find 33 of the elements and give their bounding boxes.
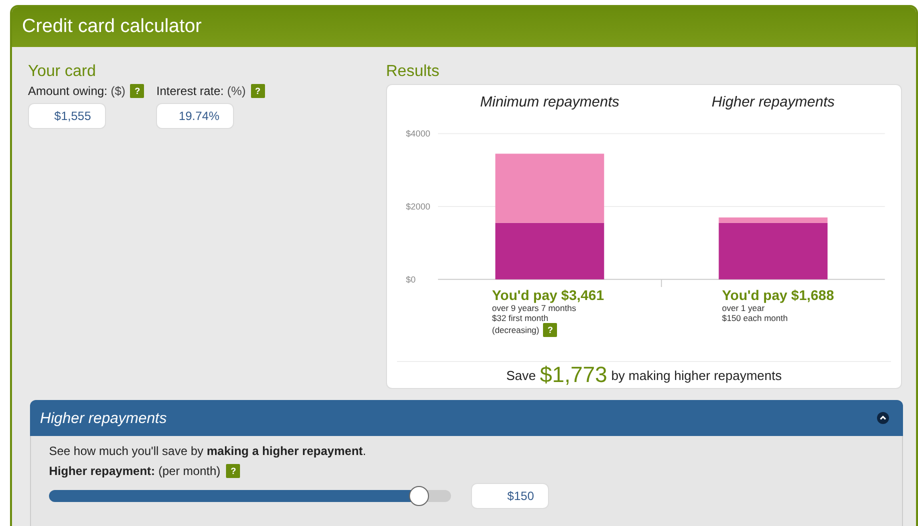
panel-header[interactable]: Higher repayments xyxy=(30,400,903,436)
field-label: Higher repayment: (per month) xyxy=(49,464,220,478)
saving-text: by making higher repayments xyxy=(611,368,782,382)
help-button[interactable]: ? xyxy=(226,464,240,478)
detail-text: over 1 year xyxy=(722,303,765,314)
total-amount: You'd pay $1,688 xyxy=(722,287,836,304)
panel-title: Higher repayments xyxy=(40,410,167,426)
input-field[interactable]: 19.74% xyxy=(156,103,234,129)
column-heading: Minimum repayments xyxy=(480,94,620,110)
input-field[interactable]: $150 xyxy=(471,483,549,509)
axis-label: $4000 xyxy=(406,128,430,139)
help-button[interactable]: ? xyxy=(130,84,144,98)
detail-text: over 9 years 7 months xyxy=(492,303,576,314)
detail-text: $32 first month xyxy=(492,313,548,324)
saving-amount: $1,773 xyxy=(540,362,608,388)
section-heading: Results xyxy=(386,63,440,81)
section-heading: Your card xyxy=(28,63,97,81)
intro-text: See how much you'll save by making a higher repayment. xyxy=(49,444,368,458)
calculator-title: Credit card calculator xyxy=(22,16,202,38)
total-amount: You'd pay $3,461 xyxy=(492,287,606,304)
input-field[interactable]: $1,555 xyxy=(28,103,106,129)
help-button[interactable]: ? xyxy=(543,323,558,338)
slider-handle[interactable] xyxy=(408,486,429,506)
field-label: Amount owing: ($) xyxy=(28,84,126,98)
column-heading: Higher repayments xyxy=(712,94,835,110)
axis-label: $2000 xyxy=(406,201,430,212)
collapse-icon[interactable] xyxy=(877,412,889,424)
detail-text: (decreasing) xyxy=(492,325,540,336)
axis-label: $0 xyxy=(406,274,416,284)
field-label: Interest rate: (%) xyxy=(156,84,246,98)
saving-text: Save xyxy=(506,368,536,382)
detail-text: $150 each month xyxy=(722,313,788,324)
help-button[interactable]: ? xyxy=(250,84,265,98)
